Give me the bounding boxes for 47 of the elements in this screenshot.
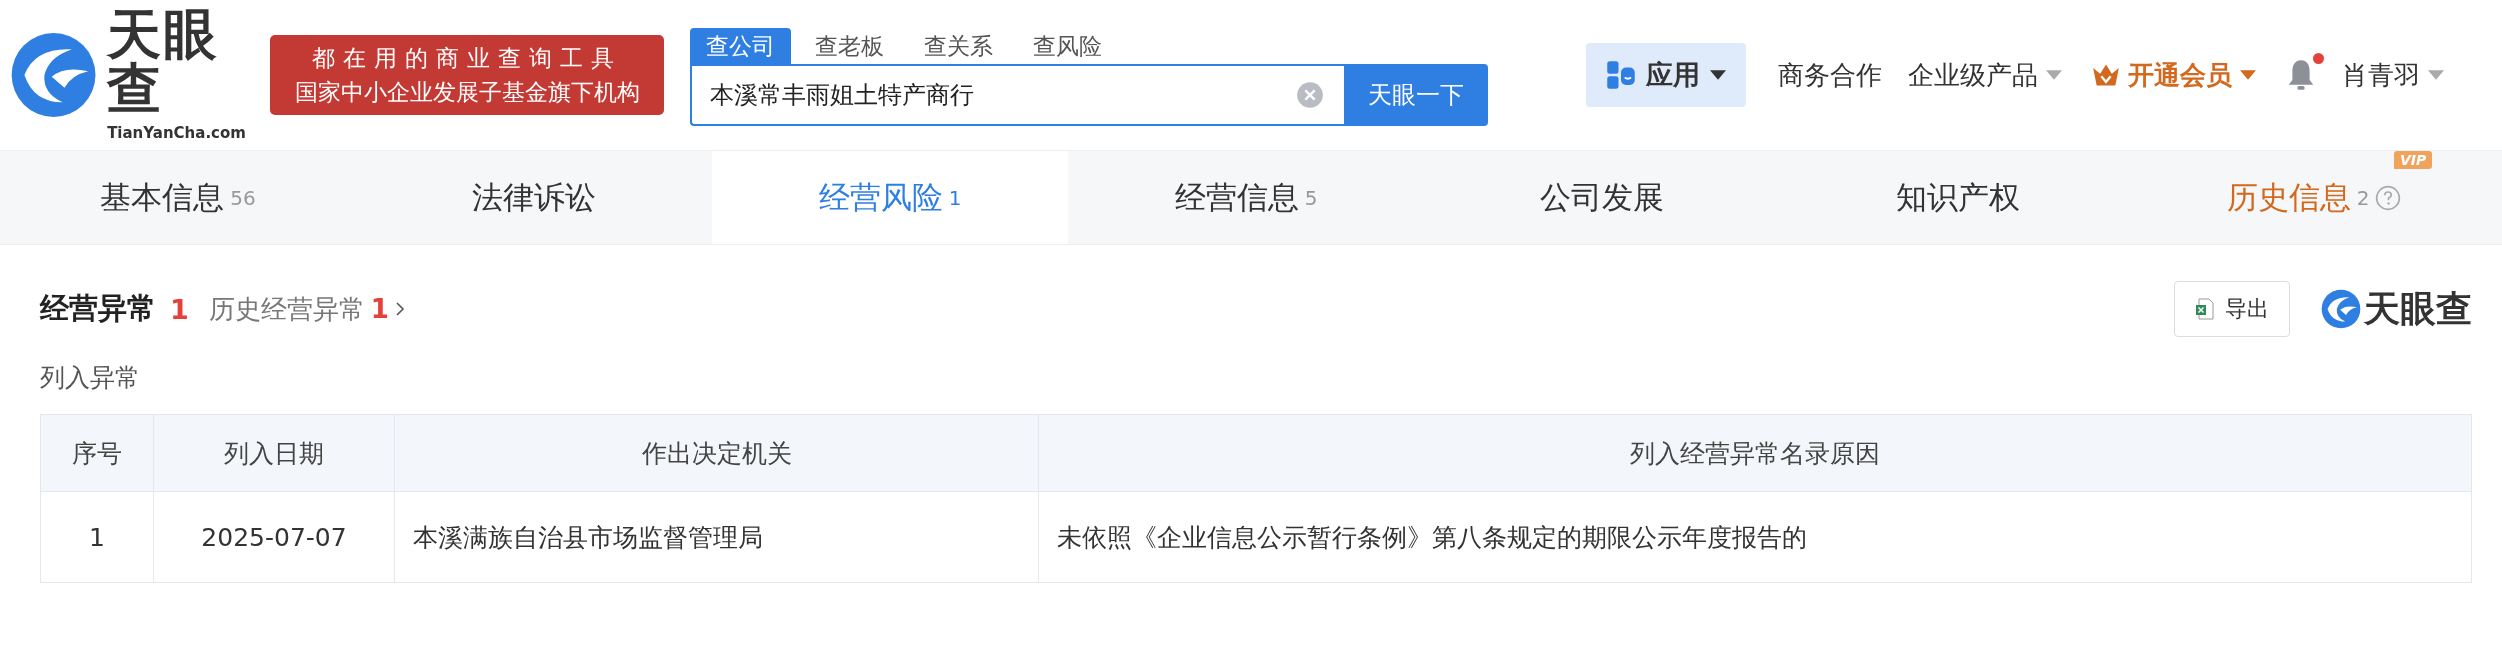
search-tab[interactable]: 查风险 [1017,28,1118,64]
search-tab[interactable]: 查老板 [799,28,900,64]
clear-icon[interactable] [1296,81,1324,109]
section-tab[interactable]: 知识产权 [1780,151,2136,244]
user-name[interactable]: 肖青羽 [2342,57,2420,93]
section-tab[interactable]: 法律诉讼 [356,151,712,244]
promo-banner: 都在用的商业查询工具 国家中小企业发展子基金旗下机构 [270,35,664,115]
chevron-icon [394,300,405,318]
apps-button[interactable]: 应用 [1586,43,1746,107]
vip-link[interactable]: 开通会员 [2128,57,2232,93]
section-tab[interactable]: 经营信息 5 [1068,151,1424,244]
subsection-title: 列入异常 [40,362,141,394]
export-button[interactable]: 导出 [2174,281,2290,337]
section-count: 1 [170,293,189,325]
table-cell: 未依照《企业信息公示暂行条例》第八条规定的期限公示年度报告的 [1038,491,2472,583]
caret-icon [2428,70,2444,80]
caret-icon [2240,70,2256,80]
caret-icon [1710,70,1726,80]
crown-icon [2092,63,2120,87]
history-link[interactable]: 历史经营异常 1 [208,291,405,327]
table-cell: 2025-07-07 [153,491,395,583]
search-button[interactable]: 天眼一下 [1344,64,1488,126]
bell-icon[interactable] [2286,59,2316,91]
nav-link[interactable]: 企业级产品 [1908,57,2038,93]
table-cell: 本溪满族自治县市场监督管理局 [394,491,1039,583]
search-tab[interactable]: 查关系 [908,28,1009,64]
logo-wordmark: 天眼查 [107,8,221,116]
logo-domain: TianYanCha.com [107,124,247,142]
logo-icon [2320,288,2362,330]
apps-icon [1606,60,1636,90]
table-cell: 1 [40,491,154,583]
column-header: 序号 [40,414,154,492]
column-header: 列入日期 [153,414,395,492]
brand-wordmark: 天眼查 [2364,286,2472,331]
caret-icon [2046,70,2062,80]
spreadsheet-icon [2195,298,2215,320]
search-field[interactable]: 本溪常丰雨姐土特产商行 [690,64,1344,126]
column-header: 列入经营异常名录原因 [1038,414,2472,492]
section-title: 经营异常 [40,290,156,327]
nav-link[interactable]: 商务合作 [1778,57,1882,93]
help-icon[interactable] [2375,184,2402,211]
section-tab[interactable]: 经营风险 1 [712,151,1068,244]
vip-badge: VIP [2394,151,2433,169]
search-tab[interactable]: 查公司 [690,28,791,64]
section-tab[interactable]: 公司发展 [1424,151,1780,244]
section-tab[interactable]: 基本信息 56 [0,151,356,244]
column-header: 作出决定机关 [394,414,1039,492]
